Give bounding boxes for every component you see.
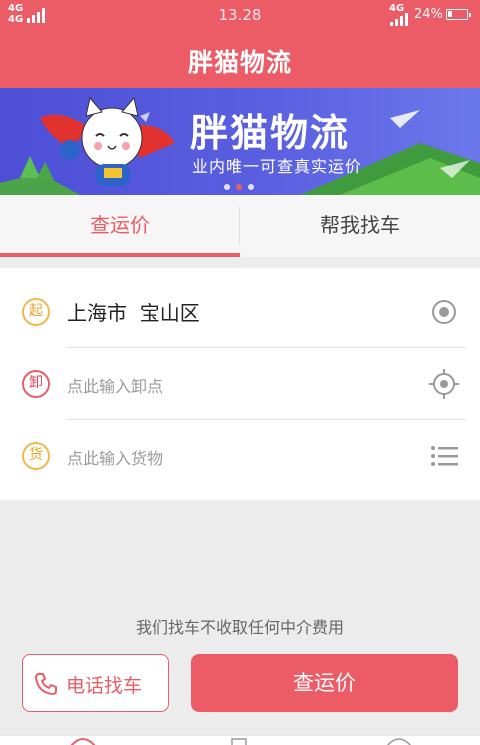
unload-badge: 卸 [22,370,50,398]
start-location-value[interactable]: 上海市 宝山区 [67,297,200,326]
battery-level [448,11,452,17]
title-bar: 胖猫物流 [0,32,480,88]
tab-bar: 查运价 帮我找车 [0,195,480,257]
clock: 13.28 [218,6,262,24]
start-badge: 起 [22,298,50,326]
promo-banner[interactable]: 胖猫物流 业内唯一可查真实运价 [0,88,480,195]
carousel-dot[interactable] [248,184,254,190]
no-fee-notice: 我们找车不收取任何中介费用 [135,618,344,637]
start-location-row[interactable]: 起 上海市 宝山区 [0,276,480,348]
list-icon[interactable] [428,440,460,472]
phone-button-label: 电话找车 [66,675,143,697]
nav-home-icon[interactable] [70,738,96,745]
tab-check-freight[interactable]: 查运价 [0,195,240,257]
target-icon[interactable] [428,296,460,328]
carousel-dot[interactable] [224,184,230,190]
nav-profile-icon[interactable] [386,738,412,745]
battery-icon [446,9,471,20]
phone-find-truck-button[interactable]: 电话找车 [22,654,169,712]
banner-subtitle: 业内唯一可查真实运价 [192,157,363,176]
active-tab-indicator [0,253,240,257]
status-bar: 4G 4G 13.28 4G 24% [0,0,480,32]
cargo-badge: 货 [22,442,50,470]
tab-find-truck[interactable]: 帮我找车 [240,195,480,257]
nav-orders-icon[interactable] [230,738,248,745]
battery-percent: 24% [414,7,443,22]
cargo-row[interactable]: 货 点此输入货物 [0,420,480,492]
carousel-dots[interactable] [224,184,264,192]
carousel-dot-active[interactable] [236,184,242,190]
signal-bars-right-icon [390,13,408,26]
page-title: 胖猫物流 [187,48,292,77]
crosshair-icon[interactable] [428,368,460,400]
phone-icon [35,673,57,695]
route-form: 起 上海市 宝山区 卸 点此输入卸点 货 点此输入货物 [0,268,480,500]
unload-location-row[interactable]: 卸 点此输入卸点 [0,348,480,420]
banner-title: 胖猫物流 [190,111,351,155]
bottom-nav-bar [0,735,480,745]
check-freight-button[interactable]: 查运价 [191,654,458,712]
cargo-input[interactable]: 点此输入货物 [67,445,163,469]
unload-location-input[interactable]: 点此输入卸点 [67,373,163,397]
